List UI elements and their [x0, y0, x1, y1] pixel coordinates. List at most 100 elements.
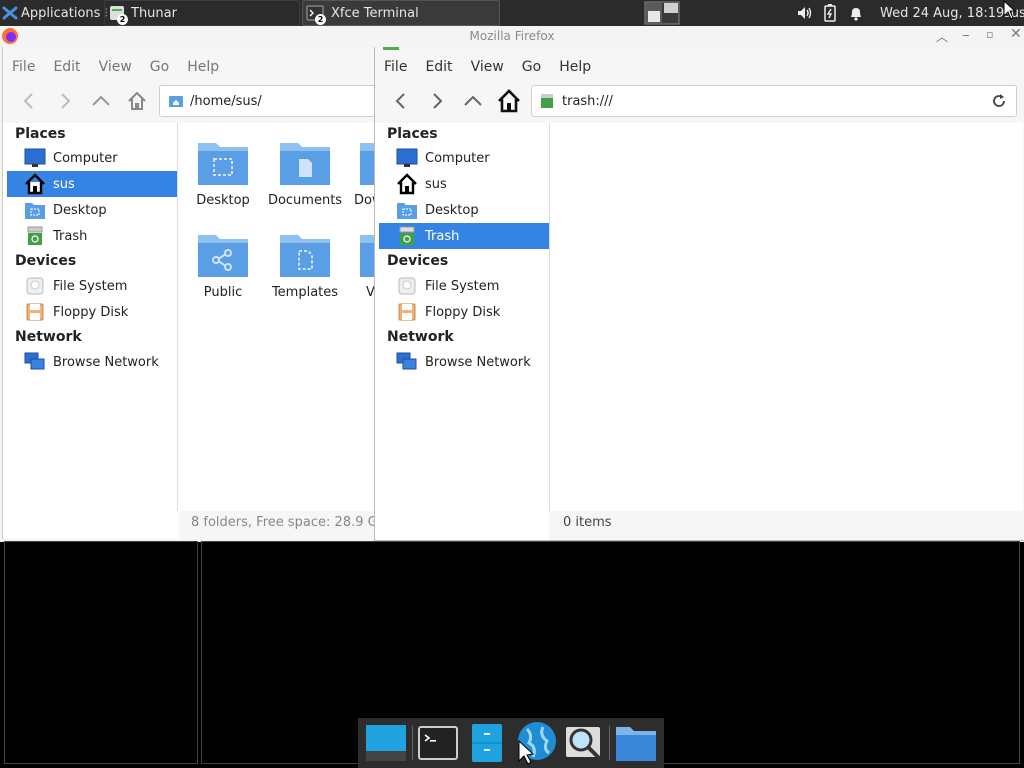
terminal-icon: [418, 726, 459, 760]
desktop-icon: [366, 725, 407, 761]
sidebar-item-file-system[interactable]: File System: [7, 273, 179, 299]
desktop-folder-icon: [395, 199, 419, 221]
up-button[interactable]: [83, 83, 119, 119]
sidebar-item-trash[interactable]: Trash: [379, 223, 549, 249]
applications-menu[interactable]: Applications ⁝: [2, 0, 109, 26]
menu-view[interactable]: View: [462, 59, 513, 75]
file-item-videos[interactable]: V: [348, 227, 374, 300]
status-bar: 8 folders, Free space: 28.9 GiB: [191, 515, 374, 530]
sidebar-item-desktop[interactable]: Desktop: [379, 197, 549, 223]
sidebar-item-label: File System: [425, 278, 500, 294]
thunar-task-icon: 2: [105, 2, 129, 25]
menu-edit[interactable]: Edit: [44, 59, 89, 75]
videos-folder-icon: [360, 235, 374, 277]
sidebar-item-label: Browse Network: [53, 354, 159, 370]
firefox-titlebar: Mozilla Firefox: [0, 26, 1024, 46]
home-button[interactable]: [119, 83, 155, 119]
sidebar-item-sus[interactable]: sus: [379, 171, 549, 197]
file-item-documents[interactable]: Documents: [266, 135, 344, 208]
sidebar-item-browse-network[interactable]: Browse Network: [379, 349, 549, 375]
workspace-switcher[interactable]: [644, 0, 680, 26]
minimize-button[interactable]: ‒: [962, 28, 970, 42]
forward-button[interactable]: [419, 83, 455, 119]
minimize-chevron-icon[interactable]: ︿: [936, 28, 948, 45]
trash-icon: [23, 225, 47, 247]
task-terminal[interactable]: 2 Xfce Terminal: [302, 0, 500, 26]
menu-edit[interactable]: Edit: [416, 59, 461, 75]
file-item-templates[interactable]: Templates: [266, 227, 344, 300]
dock-folder[interactable]: [613, 720, 659, 766]
menu-help[interactable]: Help: [550, 59, 600, 75]
clock[interactable]: Wed 24 Aug, 18:19: [880, 0, 1004, 26]
magnifier-icon: [565, 727, 602, 761]
sidebar: Places Computer sus Desktop Trash Device…: [3, 123, 179, 539]
sidebar-item-label: Floppy Disk: [425, 304, 501, 320]
forward-arrow-icon: [61, 93, 71, 109]
menu-go[interactable]: Go: [513, 59, 550, 75]
sidebar-item-browse-network[interactable]: Browse Network: [7, 349, 179, 375]
sidebar-item-file-system[interactable]: File System: [379, 273, 549, 299]
sidebar-item-label: Browse Network: [425, 354, 531, 370]
task-thunar[interactable]: 2 Thunar: [104, 0, 300, 26]
dock-search[interactable]: [561, 720, 607, 766]
sidebar-item-floppy[interactable]: Floppy Disk: [7, 299, 179, 325]
dock-terminal[interactable]: [415, 720, 461, 766]
applications-label: Applications: [21, 5, 101, 21]
xfce-logo-icon: [2, 5, 18, 21]
dock-separator: [411, 726, 413, 760]
folder-icon: [615, 727, 656, 761]
file-view[interactable]: [549, 123, 1023, 511]
menu-go[interactable]: Go: [141, 59, 178, 75]
file-label: Templates: [271, 285, 339, 300]
drive-icon: [23, 275, 47, 297]
sidebar-item-label: Desktop: [425, 202, 479, 218]
dock-show-desktop[interactable]: [363, 720, 409, 766]
back-arrow-icon: [23, 93, 33, 109]
computer-icon: [23, 147, 47, 169]
sidebar-item-trash[interactable]: Trash: [7, 223, 179, 249]
terminal-window-left[interactable]: [4, 541, 198, 764]
location-bar[interactable]: /home/sus/: [159, 85, 374, 117]
notification-bell-icon[interactable]: [848, 0, 864, 26]
battery-icon[interactable]: [822, 0, 838, 26]
sidebar-item-label: Trash: [425, 228, 460, 244]
file-item-public[interactable]: Public: [184, 227, 262, 300]
task-count-badge: 2: [117, 14, 128, 25]
network-header: Network: [387, 329, 454, 345]
sidebar-item-computer[interactable]: Computer: [379, 145, 549, 171]
location-bar[interactable]: trash:///: [531, 85, 1017, 117]
sidebar-item-sus[interactable]: sus: [7, 171, 179, 197]
home-icon: [128, 91, 146, 110]
file-item-downloads[interactable]: Dow: [348, 135, 374, 208]
network-header: Network: [15, 329, 82, 345]
back-button[interactable]: [383, 83, 419, 119]
location-path: trash:///: [562, 93, 613, 109]
sidebar-item-desktop[interactable]: Desktop: [7, 197, 179, 223]
file-view: Desktop Documents Dow Public Templates V: [177, 123, 374, 511]
forward-button[interactable]: [47, 83, 83, 119]
firefox-logo-icon: [1, 27, 19, 45]
menu-file[interactable]: File: [3, 59, 44, 75]
dock-file-manager[interactable]: [464, 720, 510, 766]
menu-file[interactable]: File: [375, 59, 416, 75]
dock-web-browser[interactable]: [512, 720, 558, 766]
up-button[interactable]: [455, 83, 491, 119]
menu-help[interactable]: Help: [178, 59, 228, 75]
trash-icon: [541, 94, 553, 108]
close-button[interactable]: ✕: [1010, 26, 1022, 42]
sidebar-item-label: sus: [53, 176, 75, 192]
task-count-badge: 2: [315, 14, 326, 25]
maximize-button[interactable]: ▫: [986, 28, 993, 41]
sidebar-item-computer[interactable]: Computer: [7, 145, 179, 171]
file-item-desktop[interactable]: Desktop: [184, 135, 262, 208]
sidebar-item-floppy[interactable]: Floppy Disk: [379, 299, 549, 325]
menu-view[interactable]: View: [90, 59, 141, 75]
volume-icon[interactable]: [796, 0, 814, 26]
back-button[interactable]: [11, 83, 47, 119]
file-label: Documents: [267, 193, 343, 208]
up-arrow-icon: [464, 95, 482, 106]
network-icon: [395, 351, 419, 373]
home-icon: [498, 89, 520, 113]
task-label: Thunar: [131, 5, 177, 21]
home-button[interactable]: [491, 83, 527, 119]
